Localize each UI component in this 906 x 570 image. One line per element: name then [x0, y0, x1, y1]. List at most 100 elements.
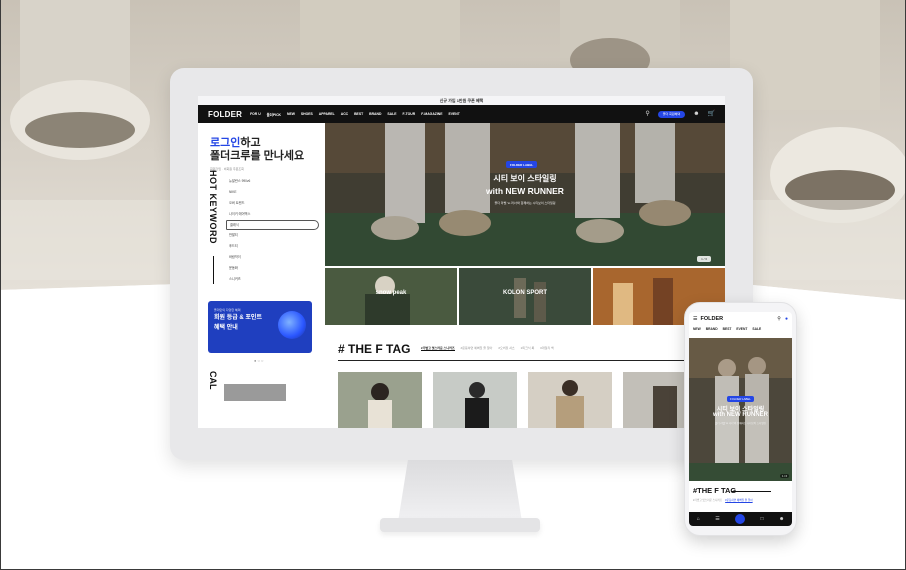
- promo-text: 신규 가입 1만원 쿠폰 혜택: [439, 98, 484, 103]
- monitor-stand-base: [380, 518, 540, 532]
- mobile-ftag-tab-active[interactable]: #운동하면 예뻐질 줄 알아: [725, 498, 752, 502]
- keyword-item[interactable]: 뉴발란스 990v6: [229, 176, 319, 187]
- ftag-title: # THE F TAG: [338, 342, 411, 356]
- category-icon[interactable]: ☰: [715, 516, 719, 522]
- mobile-hero-pager[interactable]: 1 / 6: [780, 474, 789, 478]
- menu-item[interactable]: 폴더PICK: [267, 112, 281, 117]
- mobile-nav-item[interactable]: EVENT: [736, 327, 747, 331]
- menu-item[interactable]: ACC: [341, 112, 348, 117]
- signup-links[interactable]: 회원가입 · 비회원 주문조회: [210, 167, 315, 171]
- hero-title-line1: 시티 보이 스타일링: [493, 174, 557, 183]
- mobile-ftag-tabs: #가볍고 멋스러운 스니커즈 #운동하면 예뻐질 줄 알아: [693, 498, 753, 502]
- ftag-thumb[interactable]: [433, 372, 517, 428]
- hero-pager[interactable]: 1 / 6: [697, 256, 711, 262]
- keyword-item[interactable]: 반팔티: [229, 230, 319, 241]
- menu-item[interactable]: NEW: [287, 112, 295, 117]
- calendar-image: [224, 384, 286, 401]
- keyword-item[interactable]: 후드티: [229, 241, 319, 252]
- promo-bar[interactable]: 신규 가입 1만원 쿠폰 혜택: [198, 96, 725, 105]
- search-icon[interactable]: ⚲: [645, 111, 649, 117]
- site-logo[interactable]: FOLDER: [208, 110, 242, 119]
- hamburger-icon[interactable]: ☰: [693, 316, 697, 322]
- hot-keyword-list: 뉴발란스 990v6 NIKE 오버 트렌드 나이키 에어맥스 클래식 반팔티 …: [226, 176, 319, 285]
- ftag-section: # THE F TAG #가볍고 멋스러운 스니커즈 #운동하면 예뻐질 줄 알…: [338, 340, 725, 361]
- keyword-item-selected[interactable]: 클래식: [226, 220, 319, 230]
- ftag-divider: [338, 360, 725, 361]
- hero-title-line2: with NEW RUNNER: [486, 186, 564, 196]
- ftag-the-f: THE F: [697, 486, 719, 495]
- mobile-nav-item[interactable]: BRAND: [706, 327, 718, 331]
- mobile-nav-item[interactable]: SALE: [752, 327, 761, 331]
- menu-item[interactable]: BRAND: [369, 112, 381, 117]
- menu-item[interactable]: EVENT: [449, 112, 460, 117]
- ftag-tab[interactable]: #오버핏 셔츠: [498, 346, 514, 351]
- global-nav: FOLDER FOR U 폴더PICK NEW SHOES APPAREL AC…: [198, 105, 725, 123]
- search-icon[interactable]: ⚲: [777, 316, 781, 322]
- keyword-item[interactable]: NIKE: [229, 187, 319, 198]
- mobile-nav-item[interactable]: BEST: [723, 327, 732, 331]
- brand-photo: [325, 268, 457, 325]
- hero-banner[interactable]: FOLDER LABEL 시티 보이 스타일링 with NEW RUNNER …: [325, 123, 725, 266]
- brand-label: snow peak: [375, 290, 407, 296]
- cart-icon[interactable]: ●: [785, 316, 788, 322]
- greeting-text: 하고: [240, 137, 261, 149]
- mobile-bottom-bar: ⌂ ☰ □ ☻: [689, 512, 792, 526]
- mobile-logo[interactable]: FOLDER: [700, 316, 723, 322]
- hero-tag: FOLDER LABEL: [506, 161, 538, 168]
- menu-item[interactable]: APPAREL: [319, 112, 335, 117]
- mobile-ftag-divider: [731, 491, 771, 492]
- main-menu: FOR U 폴더PICK NEW SHOES APPAREL ACC BEST …: [250, 112, 460, 117]
- menu-item[interactable]: SHOES: [301, 112, 313, 117]
- mobile-hero[interactable]: FOLDER LABEL 시티 보이 스타일링 with NEW RUNNER …: [689, 338, 792, 481]
- login-greeting[interactable]: 로그인하고 폴더크루를 만나세요: [210, 137, 315, 163]
- recent-icon[interactable]: □: [761, 516, 764, 522]
- banner-pagination[interactable]: ● ○ ○: [254, 358, 263, 363]
- ftag-thumbnails: [338, 372, 707, 428]
- member-benefit-button[interactable]: 폴더 회원혜택: [657, 110, 686, 118]
- brand-tile-kolon[interactable]: KOLON SPORT: [459, 268, 591, 325]
- brand-label: KOLON SPORT: [502, 290, 547, 296]
- menu-item[interactable]: FOR U: [250, 112, 261, 117]
- keyword-item[interactable]: 나이키 에어맥스: [229, 209, 319, 220]
- mobile-screen: ☰ FOLDER ⚲ ● NEW BRAND BEST EVENT SALE F…: [689, 312, 792, 526]
- ftag-tab[interactable]: #피크닉 룩: [521, 346, 535, 351]
- desktop-monitor: 신규 가입 1만원 쿠폰 혜택 FOLDER FOR U 폴더PICK NEW …: [170, 68, 753, 460]
- ftag-tab[interactable]: #데일리 백: [540, 346, 554, 351]
- mobile-hero-sub: 폴더 라벨 'to 러너'와 함께하는 시티보이 스타일링: [715, 422, 766, 425]
- mobile-header: ☰ FOLDER ⚲ ●: [689, 312, 792, 326]
- mypage-icon[interactable]: ☻: [779, 516, 784, 522]
- ftag-tab[interactable]: #운동하면 예뻐질 줄 알아: [461, 346, 493, 351]
- brand-tiles: snow peak KOLON SPORT: [325, 268, 725, 325]
- membership-banner[interactable]: 폴더만의 다양한 혜택 회원 등급 & 포인트 혜택 안내: [208, 301, 312, 353]
- cart-icon[interactable]: 🛒: [708, 111, 715, 117]
- keyword-item[interactable]: 바람막이: [229, 252, 319, 263]
- hot-keyword-divider: [213, 256, 214, 284]
- calendar-title: CAL: [208, 371, 218, 390]
- mobile-ftag-tab[interactable]: #가볍고 멋스러운 스니커즈: [693, 498, 722, 502]
- brand-tile-snowpeak[interactable]: snow peak: [325, 268, 457, 325]
- menu-item[interactable]: F-TOUR: [402, 112, 415, 117]
- mobile-ftag-title: #THE F TAG: [693, 486, 736, 495]
- keyword-item[interactable]: 스니커즈: [229, 274, 319, 285]
- mobile-nav-item[interactable]: NEW: [693, 327, 701, 331]
- ftag-thumb[interactable]: [528, 372, 612, 428]
- mobile-nav: NEW BRAND BEST EVENT SALE: [689, 326, 792, 333]
- mobile-phone: ☰ FOLDER ⚲ ● NEW BRAND BEST EVENT SALE F…: [684, 302, 797, 536]
- hot-keyword-title: HOT KEYWORD: [208, 170, 218, 244]
- login-link[interactable]: 로그인: [210, 137, 240, 149]
- menu-item[interactable]: SALE: [387, 112, 396, 117]
- brand-photo: [459, 268, 591, 325]
- main-button-icon[interactable]: [735, 514, 746, 524]
- ftag-tabs: #가볍고 멋스러운 스니커즈 #운동하면 예뻐질 줄 알아 #오버핏 셔츠 #피…: [420, 346, 554, 352]
- home-icon[interactable]: ⌂: [697, 516, 700, 522]
- monitor-stand-neck: [398, 460, 522, 522]
- mobile-hero-title2: with NEW RUNNER: [713, 412, 768, 418]
- keyword-item[interactable]: 오버 트렌드: [229, 198, 319, 209]
- ftag-tab-active[interactable]: #가볍고 멋스러운 스니커즈: [420, 346, 455, 352]
- menu-item[interactable]: BEST: [354, 112, 363, 117]
- ftag-thumb[interactable]: [338, 372, 422, 428]
- user-icon[interactable]: ☻: [693, 111, 699, 117]
- greeting-line2: 폴더크루를 만나세요: [210, 150, 305, 162]
- menu-item[interactable]: F-MAGAZINE: [421, 112, 442, 117]
- keyword-item[interactable]: 운동화: [229, 263, 319, 274]
